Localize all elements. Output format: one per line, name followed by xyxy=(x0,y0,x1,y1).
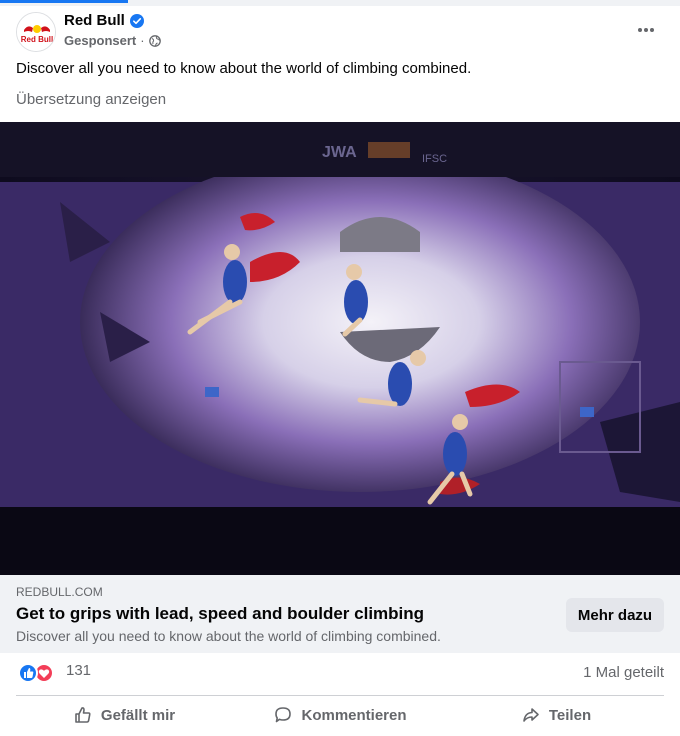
more-options-button[interactable] xyxy=(632,16,660,44)
like-button[interactable]: Gefällt mir xyxy=(16,698,232,732)
signage-jwa: JWA xyxy=(322,144,357,161)
comment-button[interactable]: Kommentieren xyxy=(232,698,448,732)
link-title[interactable]: Get to grips with lead, speed and boulde… xyxy=(16,604,424,624)
active-tab-indicator xyxy=(0,0,128,3)
learn-more-button[interactable]: Mehr dazu xyxy=(566,598,664,632)
comment-label: Kommentieren xyxy=(301,706,407,724)
link-domain: REDBULL.COM xyxy=(16,585,103,599)
link-preview[interactable]: REDBULL.COM Get to grips with lead, spee… xyxy=(0,575,680,653)
reactions-summary[interactable]: 131 xyxy=(18,662,91,683)
share-button[interactable]: Teilen xyxy=(448,698,664,732)
sponsored-post: Red Bull Red Bull Gesponsert · Discover … xyxy=(0,6,680,736)
link-description: Discover all you need to know about the … xyxy=(16,628,441,644)
page-name-row: Red Bull xyxy=(64,12,144,29)
page-avatar[interactable]: Red Bull xyxy=(16,12,56,52)
share-label: Teilen xyxy=(548,706,592,724)
divider xyxy=(16,695,664,696)
signage-ifsc: IFSC xyxy=(422,153,447,165)
action-bar: Gefällt mir Kommentieren Teilen xyxy=(16,698,664,732)
share-count[interactable]: 1 Mal geteilt xyxy=(583,664,664,681)
globe-icon[interactable] xyxy=(148,34,161,47)
meta-separator: · xyxy=(140,33,145,48)
translate-link[interactable]: Übersetzung anzeigen xyxy=(16,91,166,108)
climbing-photo: JWA IFSC xyxy=(0,122,680,575)
thumbs-up-icon xyxy=(75,707,91,723)
page-name[interactable]: Red Bull xyxy=(64,12,125,29)
post-image[interactable]: JWA IFSC xyxy=(0,122,680,575)
reaction-icons xyxy=(18,663,56,683)
post-meta: Gesponsert · xyxy=(64,33,161,48)
verified-badge-icon xyxy=(129,13,144,28)
avatar-logo-text: Red Bull xyxy=(21,35,53,44)
more-options-icon xyxy=(638,28,654,32)
red-bull-logo-icon: Red Bull xyxy=(17,13,55,51)
like-label: Gefällt mir xyxy=(100,706,176,724)
sponsored-label[interactable]: Gesponsert xyxy=(64,33,136,48)
share-arrow-icon xyxy=(523,708,539,722)
reaction-count[interactable]: 131 xyxy=(66,662,91,679)
comment-icon xyxy=(275,707,292,723)
post-text: Discover all you need to know about the … xyxy=(16,60,472,77)
like-icon xyxy=(18,663,38,683)
